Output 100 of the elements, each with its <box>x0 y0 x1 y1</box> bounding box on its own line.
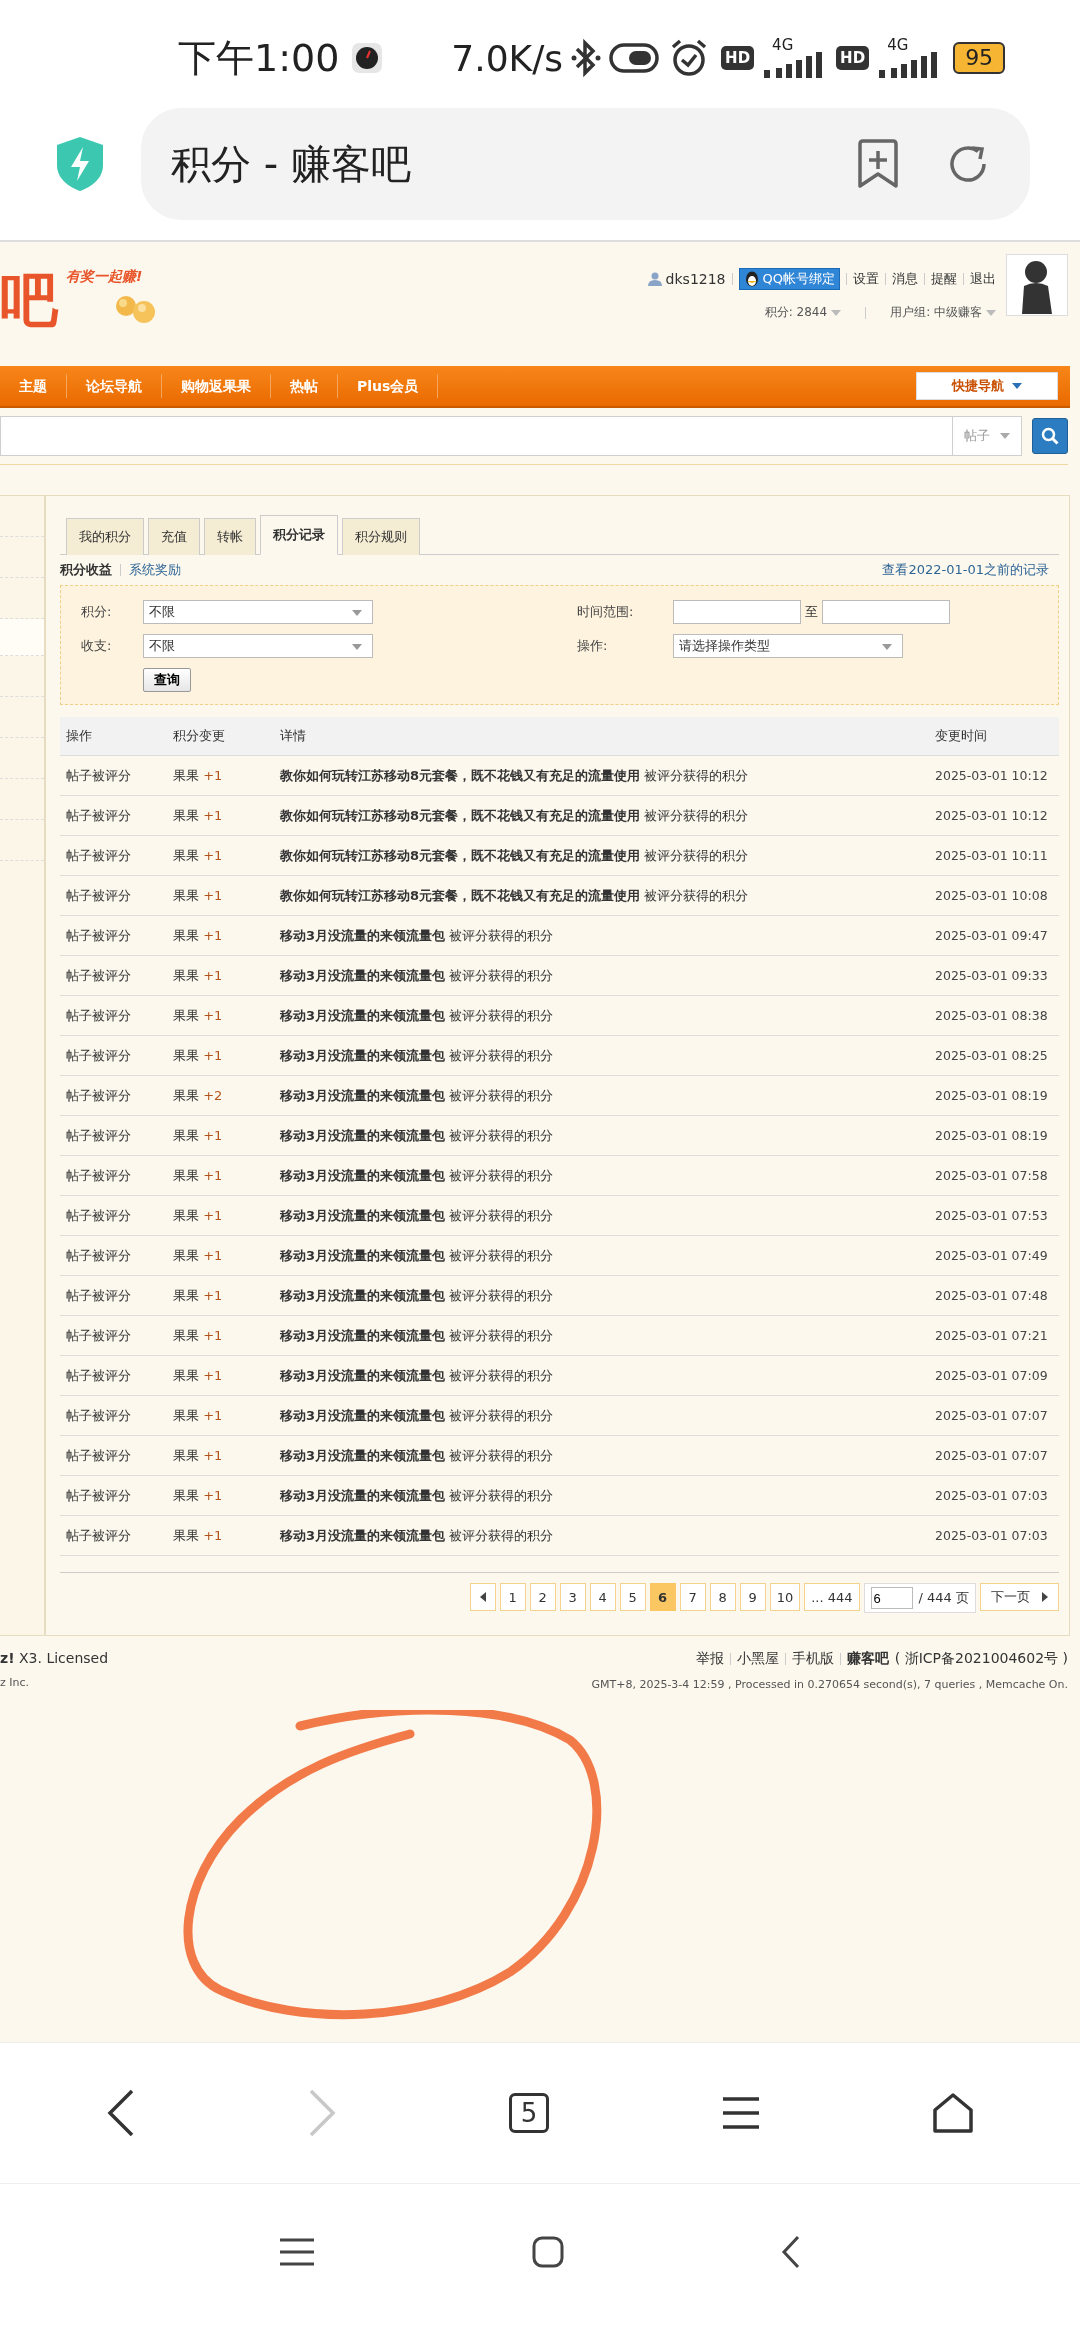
table-cell: 教你如何玩转江苏移动8元套餐，既不花钱又有充足的流量使用 被评分获得的积分 <box>274 755 929 796</box>
back-icon[interactable] <box>105 2088 136 2138</box>
range-separator: 至 <box>805 603 818 621</box>
page-link[interactable]: 10 <box>769 1583 801 1611</box>
table-cell: 移动3月没流量的来领流量包 被评分获得的积分 <box>274 1475 929 1516</box>
previous-page-button[interactable] <box>469 1583 496 1611</box>
table-cell: 果果 +1 <box>167 755 274 796</box>
table-cell: 2025-03-01 08:19 <box>929 1075 1059 1116</box>
search-icon <box>1041 427 1059 445</box>
table-cell: 2025-03-01 07:48 <box>929 1275 1059 1316</box>
page-link[interactable]: 6 <box>649 1583 676 1611</box>
caret-icon <box>1012 383 1022 389</box>
table-cell: 2025-03-01 07:03 <box>929 1475 1059 1516</box>
table-cell: 教你如何玩转江苏移动8元套餐，既不花钱又有充足的流量使用 被评分获得的积分 <box>274 875 929 916</box>
table-cell: 2025-03-01 09:33 <box>929 955 1059 996</box>
powered-by-text: z! X3. Licensed <box>0 1650 109 1666</box>
table-cell: 帖子被评分 <box>60 1395 167 1436</box>
table-cell: 果果 +1 <box>167 915 274 956</box>
header-link[interactable]: 设置 <box>853 270 879 288</box>
table-cell: 果果 +2 <box>167 1075 274 1116</box>
points-dropdown[interactable]: 积分: 2844 <box>764 304 842 321</box>
page-link[interactable]: 2 <box>529 1583 556 1611</box>
caret-icon <box>882 644 892 650</box>
table-cell: 果果 +1 <box>167 1155 274 1196</box>
menu-icon[interactable] <box>720 2096 761 2130</box>
icp-link[interactable]: ( 浙ICP备2021004602号 ) <box>894 1650 1068 1668</box>
date-field[interactable] <box>673 600 801 624</box>
copyright-text: z Inc. <box>0 1676 31 1689</box>
field-label: 积分: <box>81 603 113 621</box>
tab[interactable]: 转帐 <box>204 518 256 555</box>
table-cell: 帖子被评分 <box>60 1275 167 1316</box>
table-cell: 帖子被评分 <box>60 1115 167 1156</box>
footer-link[interactable]: 手机版 <box>791 1650 834 1668</box>
page-link[interactable]: 3 <box>559 1583 586 1611</box>
next-page-button[interactable]: 下一页 <box>980 1583 1059 1611</box>
search-field[interactable] <box>0 416 952 456</box>
field-label: 收支: <box>81 637 113 655</box>
dropdown[interactable]: 不限 <box>143 634 373 658</box>
home-icon[interactable] <box>932 2092 975 2134</box>
page-title: 积分 - 赚客吧 <box>171 139 411 189</box>
toggle-icon <box>609 41 662 75</box>
qq-bind-button[interactable]: QQ帐号绑定 <box>738 268 840 290</box>
filter-link[interactable]: 积分收益 <box>60 561 112 579</box>
table-cell: 2025-03-01 07:09 <box>929 1355 1059 1396</box>
date-field[interactable] <box>822 600 950 624</box>
header-link[interactable]: 消息 <box>892 270 918 288</box>
page-link[interactable]: 7 <box>679 1583 706 1611</box>
hd-badge: HD <box>721 46 755 70</box>
username-link[interactable]: dks1218 <box>647 271 726 287</box>
query-button[interactable]: 查询 <box>143 668 191 692</box>
table-cell: 帖子被评分 <box>60 1075 167 1116</box>
table-cell: 教你如何玩转江苏移动8元套餐，既不花钱又有充足的流量使用 被评分获得的积分 <box>274 795 929 836</box>
header-link[interactable]: 提醒 <box>931 270 957 288</box>
tab[interactable]: 积分记录 <box>260 515 338 555</box>
footer-link[interactable]: 赚客吧 <box>846 1650 889 1668</box>
caret-icon <box>1000 433 1010 439</box>
search-button[interactable] <box>1032 418 1068 454</box>
header-link[interactable]: 退出 <box>970 270 996 288</box>
footer-link[interactable]: 小黑屋 <box>736 1650 779 1668</box>
page-link[interactable]: ... 444 <box>804 1583 860 1611</box>
network-type: 4G <box>887 38 909 52</box>
bluetooth-icon <box>571 38 602 78</box>
table-cell: 帖子被评分 <box>60 1235 167 1276</box>
penguin-icon <box>743 271 760 287</box>
table-cell: 移动3月没流量的来领流量包 被评分获得的积分 <box>274 1315 929 1356</box>
home-icon[interactable] <box>532 2236 564 2268</box>
table-cell: 2025-03-01 07:58 <box>929 1155 1059 1196</box>
quick-nav-button[interactable]: 快捷导航 <box>916 372 1058 400</box>
page-number-field[interactable]: 6 <box>870 1587 913 1609</box>
tab[interactable]: 充值 <box>148 518 200 555</box>
filter-link[interactable]: 系统奖励 <box>129 561 181 579</box>
dropdown[interactable]: 不限 <box>143 600 373 624</box>
page-link[interactable]: 1 <box>499 1583 526 1611</box>
history-link[interactable]: 查看2022-01-01之前的记录 <box>882 561 1049 579</box>
table-cell: 2025-03-01 07:07 <box>929 1435 1059 1476</box>
table-cell: 2025-03-01 07:07 <box>929 1395 1059 1436</box>
page-total: / 444 页 <box>918 1589 969 1607</box>
table-cell: 2025-03-01 07:53 <box>929 1195 1059 1236</box>
menu-icon[interactable] <box>278 2238 315 2266</box>
table-cell: 帖子被评分 <box>60 915 167 956</box>
table-cell: 帖子被评分 <box>60 1155 167 1196</box>
avatar[interactable] <box>1006 254 1068 316</box>
footer-link[interactable]: 举报 <box>695 1650 724 1668</box>
page-link[interactable]: 5 <box>619 1583 646 1611</box>
tab[interactable]: 我的积分 <box>66 518 144 555</box>
user-icon <box>647 272 662 286</box>
tab[interactable]: 积分规则 <box>342 518 420 555</box>
page-link[interactable]: 9 <box>739 1583 766 1611</box>
user-group-dropdown[interactable]: 用户组: 中级赚客 <box>890 304 996 321</box>
network-speed: 7.0K/s <box>451 37 564 79</box>
field-label: 操作: <box>577 637 609 655</box>
clock-time: 下午1:00 <box>178 34 340 82</box>
tab-count-button[interactable]: 5 <box>509 2093 549 2133</box>
address-bar[interactable]: 积分 - 赚客吧 <box>141 108 1030 220</box>
table-cell: 移动3月没流量的来领流量包 被评分获得的积分 <box>274 1075 929 1116</box>
page-link[interactable]: 8 <box>709 1583 736 1611</box>
back-icon[interactable] <box>781 2235 802 2269</box>
dropdown[interactable]: 请选择操作类型 <box>673 634 903 658</box>
page-link[interactable]: 4 <box>589 1583 616 1611</box>
add-bookmark-icon[interactable] <box>856 138 900 190</box>
